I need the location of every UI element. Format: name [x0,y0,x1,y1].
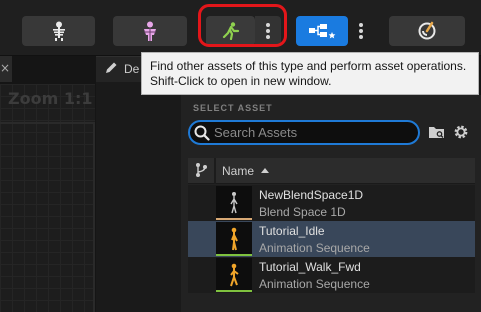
zoom-label: Zoom 1:1 [8,89,93,108]
name-column-header[interactable]: Name [222,164,254,178]
viewport-frame [0,122,95,312]
asset-row[interactable]: Tutorial_Walk_Fwd Animation Sequence [188,257,475,293]
asset-row[interactable]: NewBlendSpace1D Blend Space 1D [188,185,475,221]
tooltip: Find other assets of this type and perfo… [141,52,479,95]
asset-type-color-bar [216,218,252,220]
blend-space-figure-icon [230,192,238,214]
highlight-outline [198,4,287,47]
blueprint-asset-menu-button[interactable] [348,16,374,46]
skeletal-mesh-mode-button[interactable] [113,16,187,46]
asset-type-color-bar [216,290,252,292]
search-icon [194,125,210,141]
pencil-icon [106,62,117,73]
idle-figure-icon [231,227,238,251]
folder-icon[interactable] [428,125,446,140]
asset-type: Animation Sequence [259,277,370,291]
column-divider[interactable] [214,158,216,184]
asset-editor-toolbar [0,0,481,56]
more-options-icon [359,23,363,39]
blueprint-icon [309,24,336,39]
tooltip-line-2: Shift-Click to open in new window. [150,73,332,88]
asset-type: Blend Space 1D [259,205,346,219]
gear-icon[interactable] [452,123,470,141]
asset-name: NewBlendSpace1D [259,188,364,202]
skeleton-icon [52,21,65,41]
walk-figure-icon [230,263,239,287]
branch-icon[interactable] [194,162,208,178]
section-label: SELECT ASSET [193,103,273,113]
asset-name: Tutorial_Idle [259,224,325,238]
mesh-icon [144,21,156,41]
physics-mode-button[interactable] [389,16,465,46]
asset-thumbnail [216,186,252,220]
asset-thumbnail [216,258,252,292]
physics-icon [418,21,436,40]
asset-row-selected[interactable]: Tutorial_Idle Animation Sequence [188,221,475,257]
asset-thumbnail [216,222,252,256]
asset-type: Animation Sequence [259,241,370,255]
search-input[interactable] [214,124,414,141]
skeleton-mode-button[interactable] [22,16,95,46]
blueprint-mode-button[interactable] [296,16,348,46]
close-icon[interactable]: × [0,61,10,75]
asset-type-color-bar [216,254,252,256]
sort-ascending-icon [261,168,269,173]
tooltip-line-1: Find other assets of this type and perfo… [150,59,467,73]
details-tab-label: De [124,62,140,76]
details-panel [96,82,181,312]
asset-name: Tutorial_Walk_Fwd [259,260,361,274]
